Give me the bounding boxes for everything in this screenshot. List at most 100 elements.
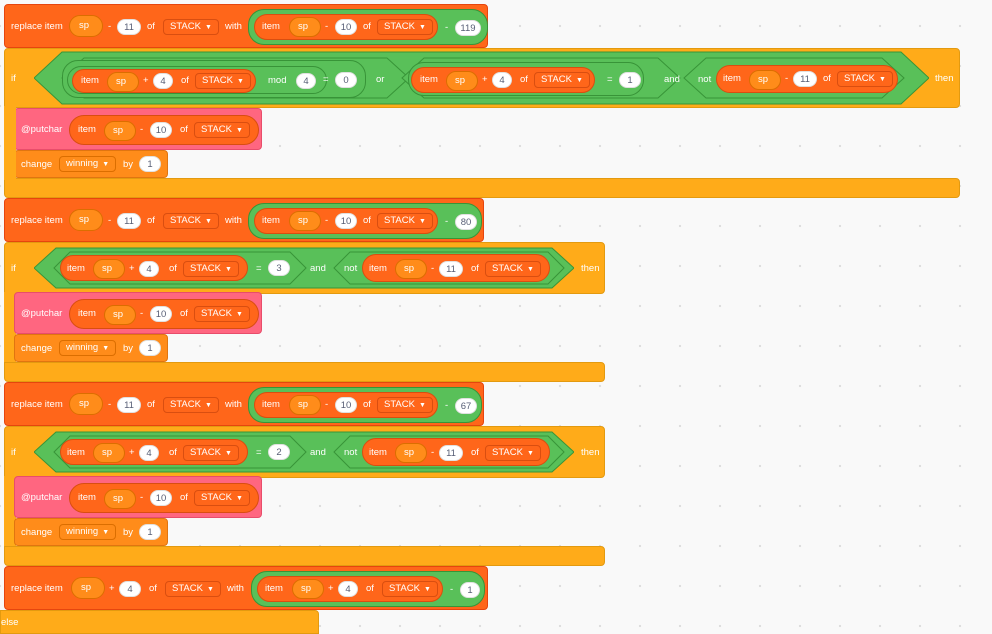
sp-reporter[interactable]: sp bbox=[749, 70, 781, 90]
sp-reporter[interactable]: sp bbox=[69, 15, 103, 37]
number-input[interactable]: 11 bbox=[117, 213, 141, 229]
list-dropdown[interactable]: STACK ▼ bbox=[163, 213, 219, 229]
number-input[interactable]: 3 bbox=[268, 260, 290, 276]
list-dropdown[interactable]: STACK ▼ bbox=[194, 306, 250, 322]
number-input[interactable]: 1 bbox=[460, 582, 480, 598]
subtract-operator[interactable]: item sp - 10 of STACK ▼ - 80 bbox=[248, 203, 482, 239]
number-input[interactable]: 10 bbox=[335, 213, 357, 229]
list-dropdown[interactable]: STACK ▼ bbox=[183, 445, 239, 461]
number-input[interactable]: 10 bbox=[150, 306, 172, 322]
number-input[interactable]: 80 bbox=[455, 214, 477, 230]
sp-reporter[interactable]: sp bbox=[289, 395, 321, 415]
replace-item-block[interactable]: replace item sp - 11 of STACK ▼ with item… bbox=[4, 382, 484, 426]
item-of-list-reporter[interactable]: item sp - 11 of STACK ▼ bbox=[362, 254, 550, 282]
number-input[interactable]: 4 bbox=[296, 73, 316, 89]
equals-operator[interactable]: item sp + 4 of STACK ▼ mod 4 = 0 bbox=[62, 60, 366, 98]
sp-reporter[interactable]: sp bbox=[93, 443, 125, 463]
sp-reporter[interactable]: sp bbox=[104, 121, 136, 141]
number-input[interactable]: 1 bbox=[139, 156, 161, 172]
number-input[interactable]: 0 bbox=[335, 72, 357, 88]
number-input[interactable]: 10 bbox=[335, 19, 357, 35]
list-dropdown[interactable]: STACK ▼ bbox=[163, 397, 219, 413]
sp-reporter[interactable]: sp bbox=[289, 17, 321, 37]
number-input[interactable]: 4 bbox=[338, 581, 358, 597]
change-variable-block[interactable]: change winning ▼ by 1 bbox=[14, 518, 168, 546]
list-dropdown[interactable]: STACK ▼ bbox=[837, 71, 893, 87]
number-input[interactable]: 10 bbox=[150, 490, 172, 506]
sp-reporter[interactable]: sp bbox=[69, 209, 103, 231]
change-variable-block[interactable]: change winning ▼ by 1 bbox=[14, 334, 168, 362]
number-input[interactable]: 119 bbox=[455, 20, 481, 36]
sp-reporter[interactable]: sp bbox=[93, 259, 125, 279]
subtract-operator[interactable]: item sp - 10 of STACK ▼ - 67 bbox=[248, 387, 482, 423]
number-input[interactable]: 10 bbox=[335, 397, 357, 413]
equals-operator[interactable]: item sp + 4 of STACK ▼ = 1 bbox=[408, 62, 644, 96]
number-input[interactable]: 11 bbox=[439, 261, 463, 277]
number-input[interactable]: 11 bbox=[117, 397, 141, 413]
item-of-list-reporter[interactable]: item sp - 10 of STACK ▼ bbox=[254, 392, 438, 418]
variable-dropdown[interactable]: winning ▼ bbox=[59, 340, 117, 356]
list-dropdown[interactable]: STACK ▼ bbox=[195, 73, 251, 89]
list-dropdown[interactable]: STACK ▼ bbox=[194, 122, 250, 138]
number-input[interactable]: 4 bbox=[119, 581, 141, 597]
item-of-list-reporter[interactable]: item sp - 10 of STACK ▼ bbox=[69, 299, 259, 329]
number-input[interactable]: 2 bbox=[268, 444, 290, 460]
code-workspace[interactable]: replace item sp - 11 of STACK ▼ with item… bbox=[0, 0, 992, 634]
list-dropdown[interactable]: STACK ▼ bbox=[485, 445, 541, 461]
sp-reporter[interactable]: sp bbox=[69, 393, 103, 415]
item-of-list-reporter[interactable]: item sp + 4 of STACK ▼ bbox=[257, 576, 443, 602]
replace-item-block[interactable]: replace item sp + 4 of STACK ▼ with item … bbox=[4, 566, 488, 610]
list-dropdown[interactable]: STACK ▼ bbox=[377, 19, 433, 35]
list-dropdown[interactable]: STACK ▼ bbox=[377, 397, 433, 413]
number-input[interactable]: 1 bbox=[139, 340, 161, 356]
list-dropdown[interactable]: STACK ▼ bbox=[163, 19, 219, 35]
sp-reporter[interactable]: sp bbox=[71, 577, 105, 599]
item-of-list-reporter[interactable]: item sp + 4 of STACK ▼ bbox=[60, 439, 248, 465]
number-input[interactable]: 11 bbox=[439, 445, 463, 461]
list-dropdown[interactable]: STACK ▼ bbox=[165, 581, 221, 597]
number-input[interactable]: 4 bbox=[492, 72, 512, 88]
list-dropdown[interactable]: STACK ▼ bbox=[194, 490, 250, 506]
number-input[interactable]: 1 bbox=[619, 72, 641, 88]
item-of-list-reporter[interactable]: item sp - 11 of STACK ▼ bbox=[716, 65, 898, 93]
subtract-operator[interactable]: item sp + 4 of STACK ▼ - 1 bbox=[251, 571, 485, 607]
list-dropdown[interactable]: STACK ▼ bbox=[485, 261, 541, 277]
putchar-block[interactable]: @putchar item sp - 10 of STACK ▼ bbox=[14, 292, 262, 334]
item-of-list-reporter[interactable]: item sp - 10 of STACK ▼ bbox=[69, 483, 259, 513]
sp-reporter[interactable]: sp bbox=[289, 211, 321, 231]
sp-reporter[interactable]: sp bbox=[292, 579, 324, 599]
replace-item-block[interactable]: replace item sp - 11 of STACK ▼ with item… bbox=[4, 198, 484, 242]
sp-reporter[interactable]: sp bbox=[104, 305, 136, 325]
number-input[interactable]: 1 bbox=[139, 524, 161, 540]
sp-reporter[interactable]: sp bbox=[446, 71, 478, 91]
list-dropdown[interactable]: STACK ▼ bbox=[534, 72, 590, 88]
list-dropdown[interactable]: STACK ▼ bbox=[377, 213, 433, 229]
number-input[interactable]: 10 bbox=[150, 122, 172, 138]
item-of-list-reporter[interactable]: item sp - 10 of STACK ▼ bbox=[254, 14, 438, 40]
sp-reporter[interactable]: sp bbox=[395, 259, 427, 279]
replace-item-block[interactable]: replace item sp - 11 of STACK ▼ with item… bbox=[4, 4, 488, 48]
item-of-list-reporter[interactable]: item sp + 4 of STACK ▼ bbox=[72, 69, 256, 93]
putchar-block[interactable]: @putchar item sp - 10 of STACK ▼ bbox=[14, 108, 262, 150]
putchar-block[interactable]: @putchar item sp - 10 of STACK ▼ bbox=[14, 476, 262, 518]
list-dropdown[interactable]: STACK ▼ bbox=[183, 261, 239, 277]
if-else-block[interactable]: else bbox=[0, 610, 319, 634]
item-of-list-reporter[interactable]: item sp - 10 of STACK ▼ bbox=[254, 208, 438, 234]
number-input[interactable]: 11 bbox=[117, 19, 141, 35]
item-of-list-reporter[interactable]: item sp + 4 of STACK ▼ bbox=[60, 255, 248, 281]
list-dropdown[interactable]: STACK ▼ bbox=[382, 581, 438, 597]
number-input[interactable]: 4 bbox=[139, 261, 159, 277]
change-variable-block[interactable]: change winning ▼ by 1 bbox=[14, 150, 168, 178]
number-input[interactable]: 4 bbox=[153, 73, 173, 89]
item-of-list-reporter[interactable]: item sp - 10 of STACK ▼ bbox=[69, 115, 259, 145]
item-of-list-reporter[interactable]: item sp - 11 of STACK ▼ bbox=[362, 438, 550, 466]
sp-reporter[interactable]: sp bbox=[107, 72, 139, 92]
item-of-list-reporter[interactable]: item sp + 4 of STACK ▼ bbox=[411, 67, 595, 93]
number-input[interactable]: 4 bbox=[139, 445, 159, 461]
sp-reporter[interactable]: sp bbox=[395, 443, 427, 463]
subtract-operator[interactable]: item sp - 10 of STACK ▼ - 119 bbox=[248, 9, 488, 45]
number-input[interactable]: 11 bbox=[793, 71, 817, 87]
variable-dropdown[interactable]: winning ▼ bbox=[59, 524, 117, 540]
sp-reporter[interactable]: sp bbox=[104, 489, 136, 509]
variable-dropdown[interactable]: winning ▼ bbox=[59, 156, 117, 172]
